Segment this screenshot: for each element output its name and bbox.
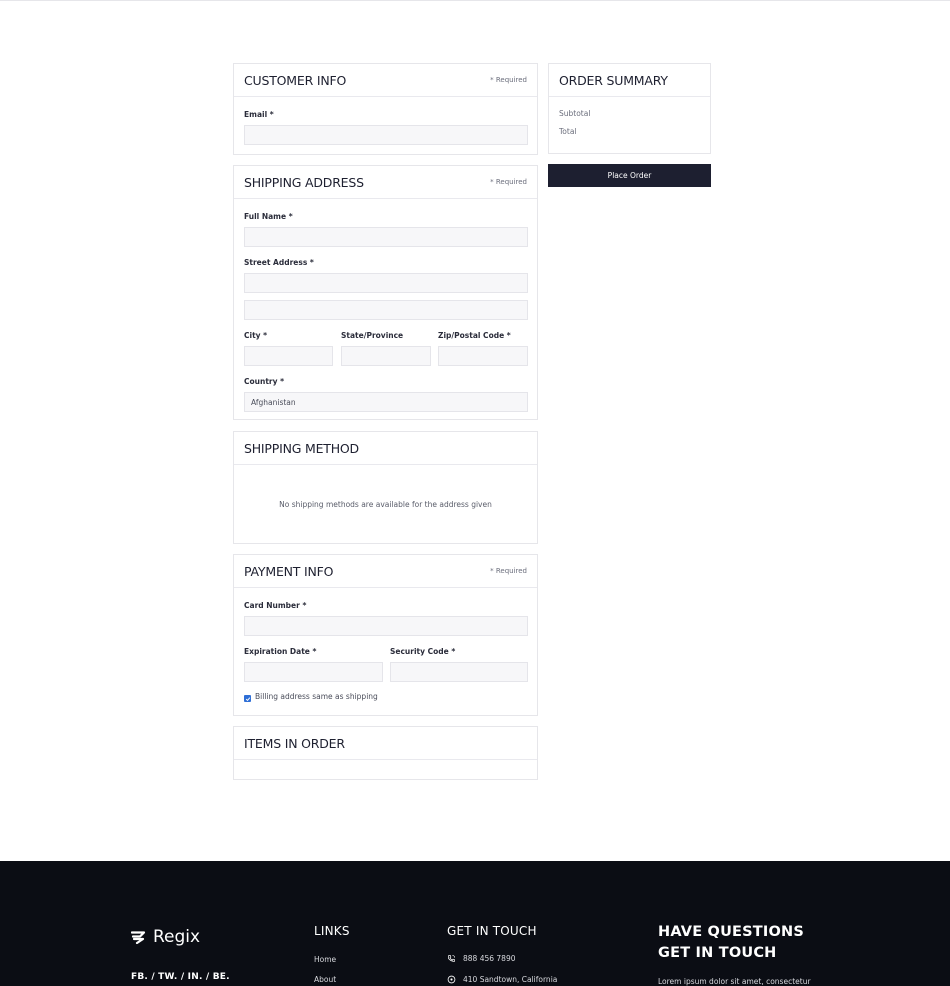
customer-info-header: CUSTOMER INFO * Required xyxy=(234,64,537,97)
expiration-date-field[interactable] xyxy=(244,662,383,682)
contact-phone-text: 888 456 7890 xyxy=(463,954,516,963)
billing-same-label[interactable]: Billing address same as shipping xyxy=(255,692,378,701)
footer-link-home[interactable]: Home xyxy=(314,955,336,964)
total-label: Total xyxy=(559,127,577,136)
contact-address: 410 Sandtown, California xyxy=(447,975,557,984)
security-code-label: Security Code * xyxy=(390,647,456,656)
email-field[interactable] xyxy=(244,125,528,145)
links-title: LINKS xyxy=(314,924,350,938)
shipping-method-header: SHIPPING METHOD xyxy=(234,432,537,465)
shipping-method-message: No shipping methods are available for th… xyxy=(279,500,492,509)
questions-title: HAVE QUESTIONS GET IN TOUCH xyxy=(658,922,804,964)
street-address-label: Street Address * xyxy=(244,258,314,267)
city-field[interactable] xyxy=(244,346,333,366)
full-name-label: Full Name * xyxy=(244,212,293,221)
order-summary-section: ORDER SUMMARY Subtotal Total xyxy=(548,63,711,154)
footer-link-about[interactable]: About xyxy=(314,975,336,984)
payment-info-section: PAYMENT INFO * Required Card Number * Ex… xyxy=(233,554,538,716)
location-icon xyxy=(447,975,456,984)
top-divider xyxy=(0,0,950,1)
country-label: Country * xyxy=(244,377,285,386)
zip-field[interactable] xyxy=(438,346,528,366)
country-select[interactable]: Afghanistan xyxy=(244,392,528,412)
full-name-field[interactable] xyxy=(244,227,528,247)
contact-title: GET IN TOUCH xyxy=(447,924,537,938)
brand-name: Regix xyxy=(153,927,201,947)
site-footer: Regix FB. / TW. / IN. / BE. LINKS Home A… xyxy=(0,861,950,986)
questions-title-line2: GET IN TOUCH xyxy=(658,945,777,961)
order-summary-header: ORDER SUMMARY xyxy=(549,64,710,97)
contact-address-text: 410 Sandtown, California xyxy=(463,975,558,984)
footer-logo[interactable]: Regix xyxy=(131,927,200,947)
customer-info-title: CUSTOMER INFO xyxy=(244,72,347,88)
contact-phone[interactable]: 888 456 7890 xyxy=(447,954,516,963)
required-note: * Required xyxy=(490,178,527,186)
payment-info-title: PAYMENT INFO xyxy=(244,563,334,579)
shipping-address-title: SHIPPING ADDRESS xyxy=(244,174,364,190)
items-in-order-title: ITEMS IN ORDER xyxy=(244,735,345,751)
customer-info-section: CUSTOMER INFO * Required Email * xyxy=(233,63,538,155)
city-label: City * xyxy=(244,331,268,340)
card-number-field[interactable] xyxy=(244,616,528,636)
questions-text: Lorem ipsum dolor sit amet, consectetur xyxy=(658,977,811,986)
shipping-method-title: SHIPPING METHOD xyxy=(244,440,359,456)
street-address-line2-field[interactable] xyxy=(244,300,528,320)
expiration-date-label: Expiration Date * xyxy=(244,647,317,656)
payment-info-header: PAYMENT INFO * Required xyxy=(234,555,537,588)
state-label: State/Province xyxy=(341,331,404,340)
order-summary-title: ORDER SUMMARY xyxy=(559,72,668,88)
place-order-button[interactable]: Place Order xyxy=(548,164,711,187)
brand-logo-icon xyxy=(131,931,146,944)
check-icon xyxy=(245,696,250,701)
billing-same-checkbox[interactable] xyxy=(244,695,251,702)
shipping-address-section: SHIPPING ADDRESS * Required Full Name * … xyxy=(233,165,538,420)
email-label: Email * xyxy=(244,110,274,119)
items-in-order-section: ITEMS IN ORDER xyxy=(233,726,538,780)
state-field[interactable] xyxy=(341,346,431,366)
questions-title-line1: HAVE QUESTIONS xyxy=(658,924,804,940)
social-links[interactable]: FB. / TW. / IN. / BE. xyxy=(131,972,230,982)
items-in-order-header: ITEMS IN ORDER xyxy=(234,727,537,760)
card-number-label: Card Number * xyxy=(244,601,307,610)
subtotal-label: Subtotal xyxy=(559,109,591,118)
country-select-value: Afghanistan xyxy=(251,397,296,407)
security-code-field[interactable] xyxy=(390,662,528,682)
required-note: * Required xyxy=(490,76,527,84)
street-address-line1-field[interactable] xyxy=(244,273,528,293)
shipping-address-header: SHIPPING ADDRESS * Required xyxy=(234,166,537,199)
phone-icon xyxy=(447,954,456,962)
zip-label: Zip/Postal Code * xyxy=(438,331,511,340)
required-note: * Required xyxy=(490,567,527,575)
shipping-method-section: SHIPPING METHOD No shipping methods are … xyxy=(233,431,538,544)
